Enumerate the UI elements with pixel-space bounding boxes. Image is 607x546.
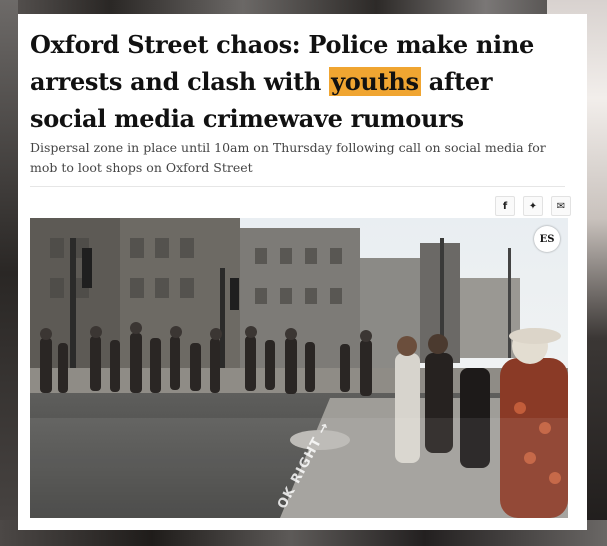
evening-standard-logo: ES xyxy=(534,226,560,252)
email-icon[interactable]: ✉ xyxy=(551,196,571,216)
share-bar: f ✦ ✉ xyxy=(495,196,571,216)
backdrop-left xyxy=(0,0,18,546)
divider xyxy=(30,186,565,187)
article-headline: Oxford Street chaos: Police make nine ar… xyxy=(30,26,570,137)
article-screenshot-card: Oxford Street chaos: Police make nine ar… xyxy=(18,14,587,530)
twitter-icon[interactable]: ✦ xyxy=(523,196,543,216)
facebook-icon[interactable]: f xyxy=(495,196,515,216)
article-standfirst: Dispersal zone in place until 10am on Th… xyxy=(30,140,546,175)
headline-highlight: youths xyxy=(329,67,421,96)
article-photo: ES OK RIGHT → xyxy=(30,218,568,518)
